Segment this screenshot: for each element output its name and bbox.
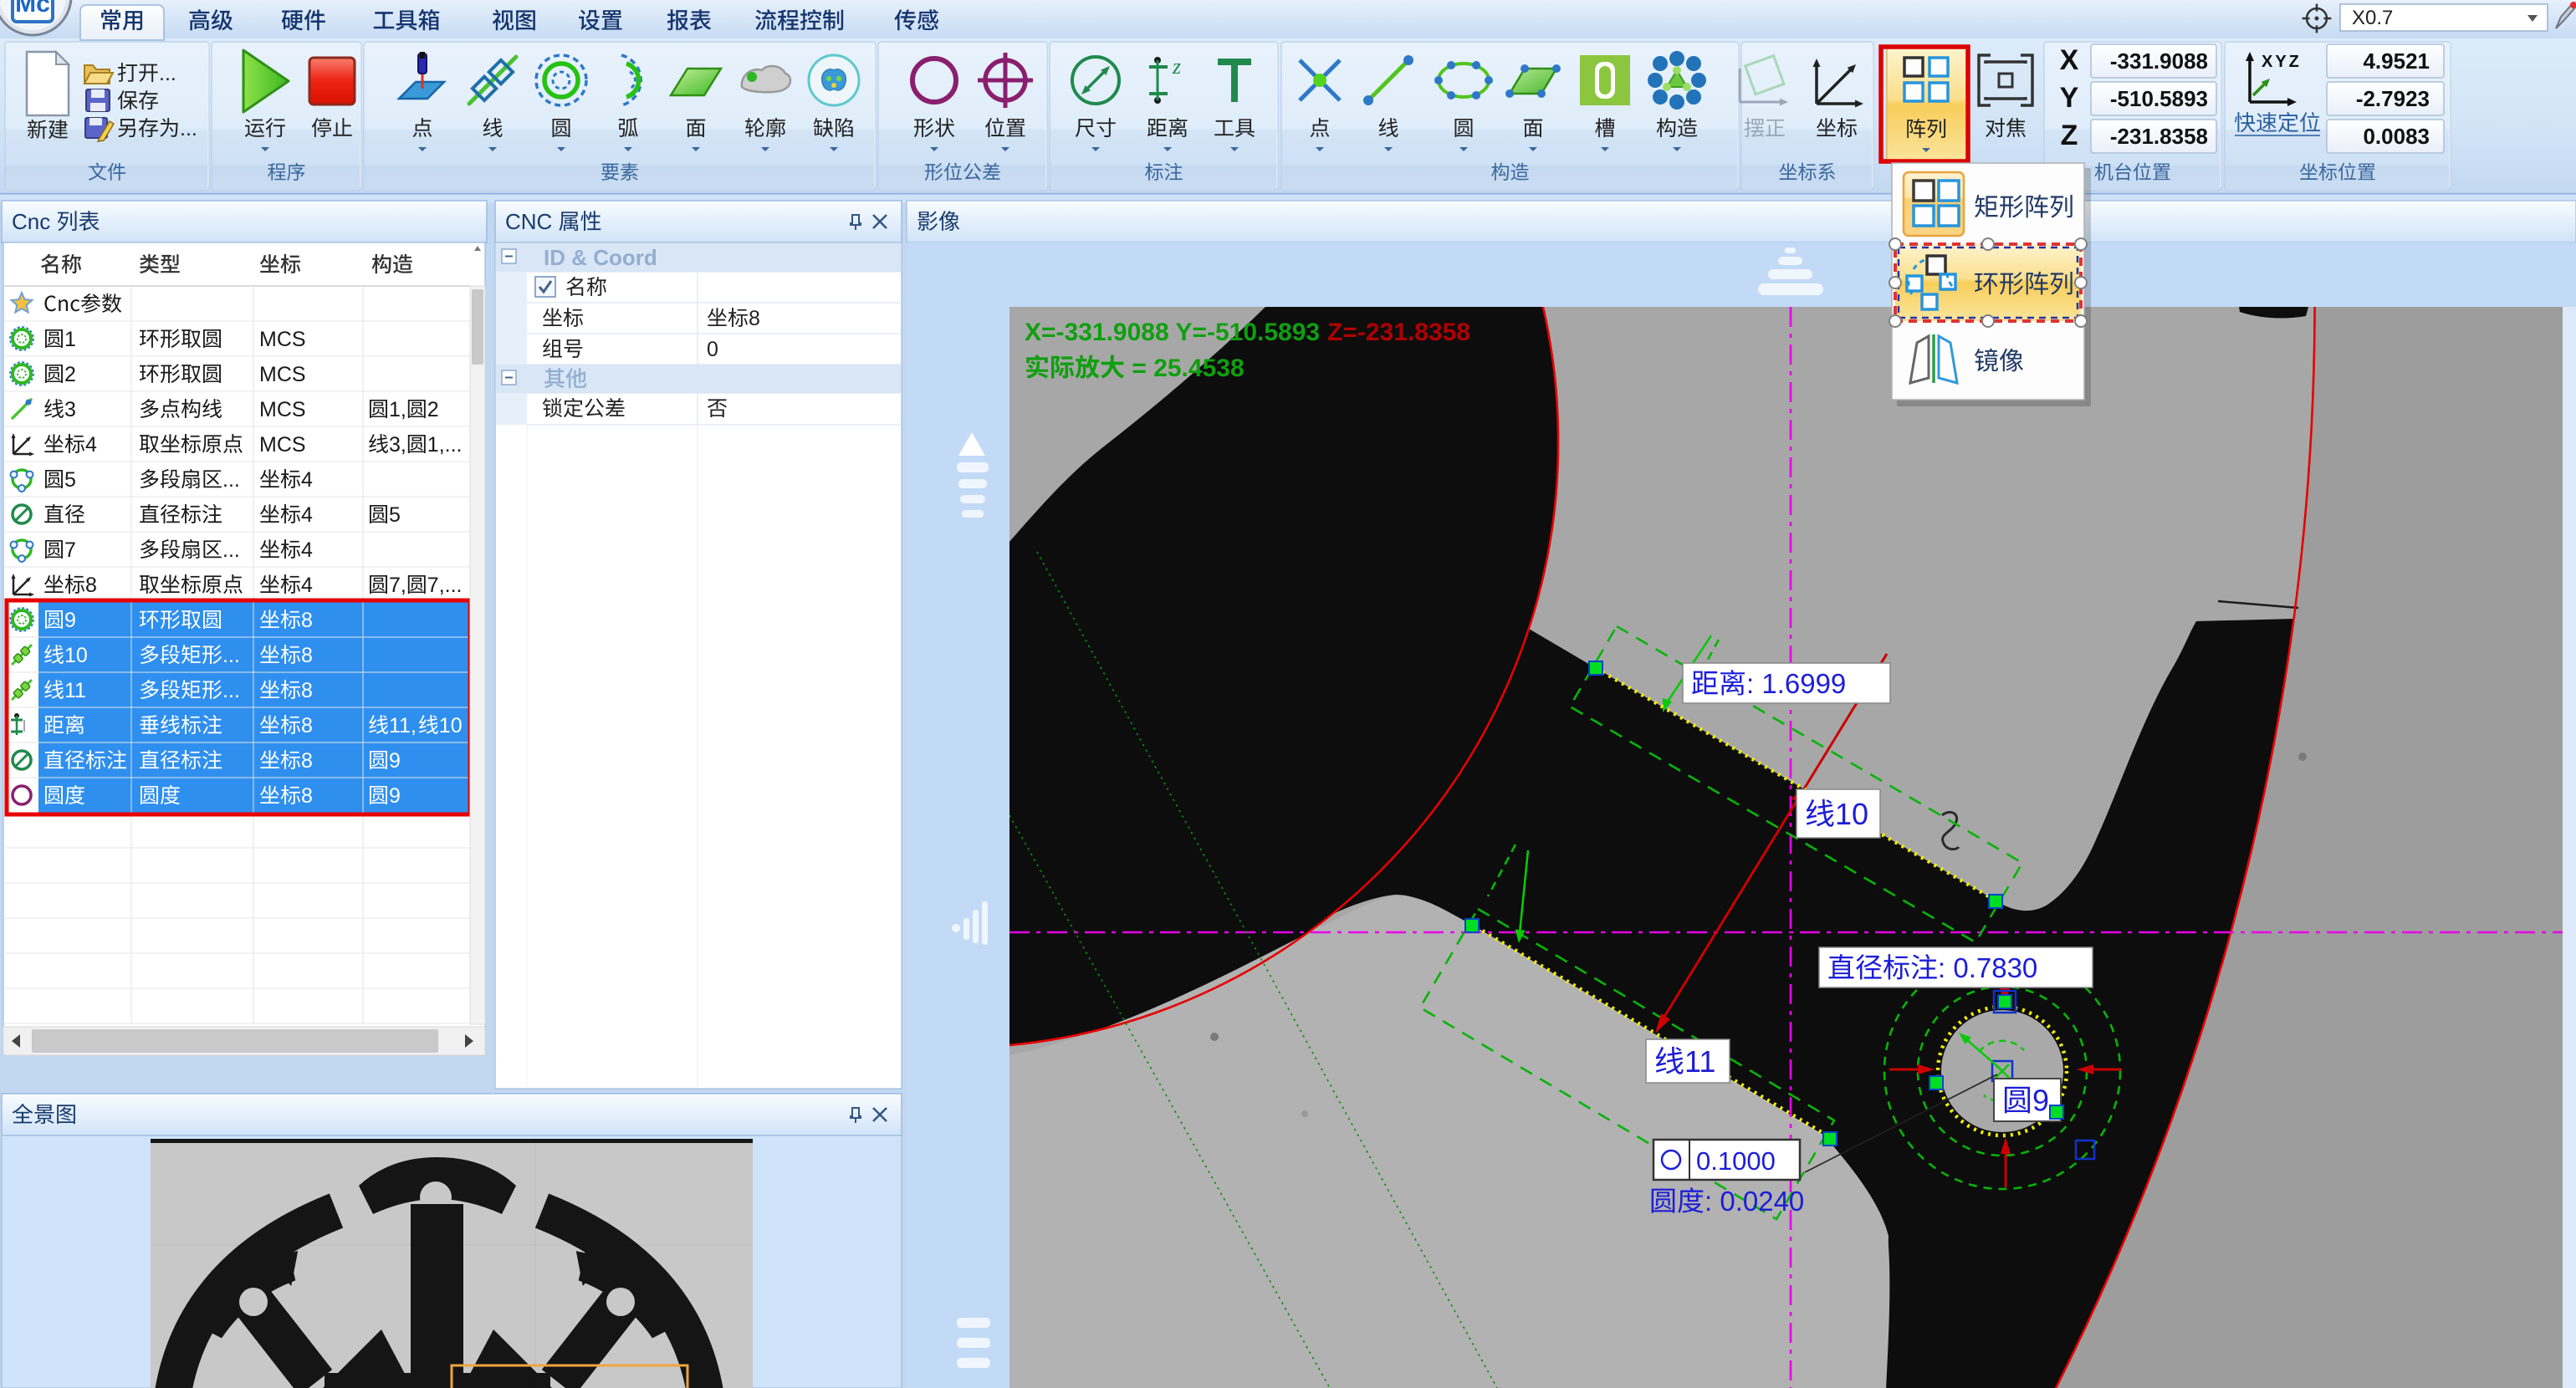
svg-text:9: 9 <box>2032 1084 2049 1118</box>
svg-text:: 1.6999: : 1.6999 <box>1746 668 1846 699</box>
svg-text:7,...: 7,... <box>427 574 463 597</box>
svg-text:XYZ: XYZ <box>2262 53 2302 71</box>
svg-text:1: 1 <box>64 328 76 351</box>
svg-text:Y: Y <box>2060 82 2079 114</box>
svg-text:3: 3 <box>64 398 76 421</box>
svg-text:8: 8 <box>301 679 313 702</box>
svg-text:X: X <box>2060 44 2079 76</box>
svg-text:7: 7 <box>64 538 76 562</box>
svg-text:11: 11 <box>64 679 86 702</box>
svg-text:0.0083: 0.0083 <box>2363 124 2430 149</box>
svg-text:X=-331.9088 Y=-510.5893: X=-331.9088 Y=-510.5893 <box>1025 319 1320 346</box>
svg-text:10: 10 <box>64 644 88 667</box>
svg-text:10: 10 <box>439 714 463 737</box>
svg-text:2: 2 <box>427 398 439 421</box>
svg-text:5: 5 <box>64 468 76 492</box>
svg-text:MCS: MCS <box>259 433 306 457</box>
svg-text:10: 10 <box>1835 797 1868 831</box>
svg-text:Z=-231.8358: Z=-231.8358 <box>1327 319 1470 346</box>
svg-text:8: 8 <box>301 644 313 667</box>
svg-text:9: 9 <box>389 784 401 808</box>
svg-text:...: ... <box>159 62 176 85</box>
svg-text:4: 4 <box>301 574 313 597</box>
svg-text:Mc: Mc <box>15 0 50 18</box>
svg-text:4: 4 <box>85 433 97 457</box>
svg-text:CNC: CNC <box>505 209 559 234</box>
svg-text:...: ... <box>222 468 240 492</box>
svg-text:11: 11 <box>1684 1044 1715 1079</box>
svg-text:8: 8 <box>301 749 313 773</box>
svg-text:8: 8 <box>749 307 760 330</box>
svg-text:2: 2 <box>64 363 76 386</box>
svg-text:4.9521: 4.9521 <box>2363 48 2430 74</box>
svg-text:MCS: MCS <box>259 328 306 351</box>
svg-text:Cnc: Cnc <box>12 209 56 234</box>
svg-text:: 0.0240: : 0.0240 <box>1705 1186 1804 1217</box>
svg-text:ID & Coord: ID & Coord <box>544 245 657 270</box>
svg-text:8: 8 <box>301 609 313 632</box>
svg-text:4: 4 <box>301 503 313 527</box>
svg-text:z: z <box>1172 54 1181 79</box>
svg-text:8: 8 <box>85 574 97 597</box>
svg-text:-2.7923: -2.7923 <box>2356 86 2430 111</box>
svg-text:3,: 3, <box>389 433 406 457</box>
svg-text:4: 4 <box>301 468 313 492</box>
svg-text:9: 9 <box>64 609 76 632</box>
svg-text:Z: Z <box>2061 120 2078 151</box>
svg-text:1,: 1, <box>389 398 406 421</box>
svg-text:11,: 11, <box>389 714 417 737</box>
svg-text:8: 8 <box>301 714 313 737</box>
svg-text:MCS: MCS <box>259 363 306 386</box>
svg-text:8: 8 <box>301 784 313 808</box>
svg-text:MCS: MCS <box>259 398 306 421</box>
svg-text:9: 9 <box>389 749 401 773</box>
svg-text:-331.9088: -331.9088 <box>2110 48 2208 74</box>
svg-text:...: ... <box>180 117 197 140</box>
svg-text:: 0.7830: : 0.7830 <box>1938 952 2037 983</box>
svg-text:4: 4 <box>301 538 313 562</box>
svg-text:...: ... <box>222 644 240 667</box>
svg-text:7,: 7, <box>389 574 406 597</box>
svg-text:0.1000: 0.1000 <box>1696 1146 1776 1176</box>
svg-text:0: 0 <box>707 338 718 361</box>
svg-text:5: 5 <box>389 503 401 527</box>
svg-text:...: ... <box>222 679 240 702</box>
svg-text:-510.5893: -510.5893 <box>2110 86 2208 111</box>
svg-text:1,...: 1,... <box>427 433 463 457</box>
svg-text:...: ... <box>222 538 240 562</box>
svg-text:= 25.4538: = 25.4538 <box>1125 355 1245 382</box>
svg-text:-231.8358: -231.8358 <box>2110 124 2208 149</box>
svg-text:X0.7: X0.7 <box>2352 7 2393 29</box>
